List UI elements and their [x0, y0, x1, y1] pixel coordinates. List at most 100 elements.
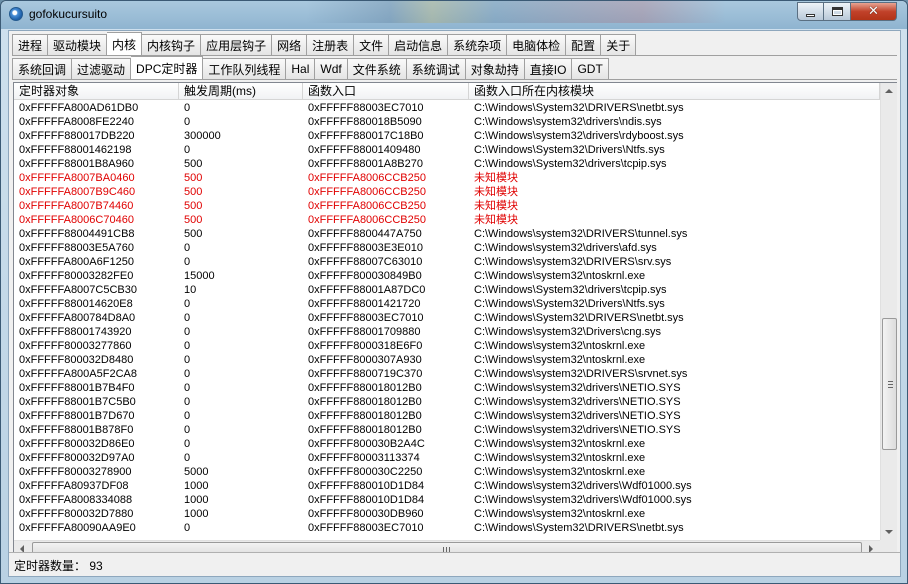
app-window: gofokucursuito ✕ 进程 驱动模块 内核 内核钩子 应用层钩子 网络 注册表文… [0, 0, 908, 584]
table-row[interactable]: 0xFFFFFA800A6F1250 0 0xFFFFF88007C63010 C:\… [14, 255, 880, 269]
tab-sub-1[interactable]: 过滤驱动 [72, 58, 132, 79]
table-row[interactable]: 0xFFFFFA800A5F2CA8 0 0xFFFFF8800719C370 C:\… [14, 367, 880, 381]
tab-main-12[interactable]: 关于 [601, 34, 637, 55]
minimize-button[interactable] [797, 2, 824, 21]
table-row[interactable]: 0xFFFFF880017DB220 300000 0xFFFFF880017C18… [14, 129, 880, 143]
table-row[interactable]: 0xFFFFFA8007C5CB30 10 0xFFFFF88001A87DC0 C:… [14, 283, 880, 297]
tab-main-11[interactable]: 配置 [566, 34, 602, 55]
tab-sub-4[interactable]: Hal [286, 58, 316, 79]
table-row[interactable]: 0xFFFFF88001B7D670 0 0xFFFFF880018012B0 C:\… [14, 409, 880, 423]
table-row[interactable]: 0xFFFFF88001B878F0 0 0xFFFFF880018012B0 C:\… [14, 423, 880, 437]
table-row[interactable]: 0xFFFFFA8008FE2240 0 0xFFFFF880018B5090 C:\… [14, 115, 880, 129]
tab-main-2[interactable]: 内核 [107, 32, 143, 55]
tab-sub-2[interactable]: DPC定时器 [131, 56, 204, 79]
column-header-module[interactable]: 函数入口所在内核模块 [469, 83, 880, 100]
table-row[interactable]: 0xFFFFF800032D97A0 0 0xFFFFF80003113374 C:\… [14, 451, 880, 465]
dpc-timer-list[interactable]: 定时器对象 触发周期(ms) 函数入口 函数入口所在内核模块 0xFFFFFA8… [13, 82, 897, 557]
table-row[interactable]: 0xFFFFF800032D7880 1000 0xFFFFF800030DB960… [14, 507, 880, 521]
table-row[interactable]: 0xFFFFFA8006C70460 500 0xFFFFFA8006CCB250 未… [14, 213, 880, 227]
title-bar[interactable]: gofokucursuito ✕ [1, 1, 907, 29]
tab-main-6[interactable]: 注册表 [307, 34, 355, 55]
tab-main-7[interactable]: 文件 [354, 34, 390, 55]
cell-period: 0 [184, 354, 191, 366]
close-button[interactable]: ✕ [851, 2, 897, 21]
cell-period: 0 [184, 298, 191, 310]
cell-timer-object: 0xFFFFF88001B878F0 [19, 424, 134, 436]
cell-period: 0 [184, 396, 191, 408]
tab-main-3[interactable]: 内核钩子 [142, 34, 202, 55]
table-row[interactable]: 0xFFFFF88001B7C5B0 0 0xFFFFF880018012B0 C:\… [14, 395, 880, 409]
tab-sub-6[interactable]: 文件系统 [347, 58, 407, 79]
cell-timer-object: 0xFFFFF88004491CB8 [19, 228, 135, 240]
table-row[interactable]: 0xFFFFF88001B7B4F0 0 0xFFFFF880018012B0 C:\… [14, 381, 880, 395]
column-header-entry[interactable]: 函数入口 [303, 83, 469, 100]
cell-timer-object: 0xFFFFF880017DB220 [19, 130, 135, 142]
minimize-icon [806, 13, 815, 17]
tab-main-4[interactable]: 应用层钩子 [201, 34, 273, 55]
cell-period: 500 [184, 158, 203, 170]
cell-timer-object: 0xFFFFFA800784D8A0 [19, 312, 136, 324]
table-row[interactable]: 0xFFFFFA8007B9C460 500 0xFFFFFA8006CCB250 未… [14, 185, 880, 199]
table-row[interactable]: 0xFFFFF80003278900 5000 0xFFFFF800030C2250… [14, 465, 880, 479]
tab-sub-0[interactable]: 系统回调 [12, 58, 73, 79]
maximize-button[interactable] [824, 2, 851, 21]
window-title: gofokucursuito [29, 7, 108, 21]
tab-sub-10[interactable]: GDT [572, 58, 609, 79]
scroll-up-arrow-icon[interactable] [885, 89, 893, 93]
cell-module: C:\Windows\system32\drivers\afd.sys [474, 242, 657, 254]
table-row[interactable]: 0xFFFFFA8007BA0460 500 0xFFFFFA8006CCB250 未… [14, 171, 880, 185]
table-row[interactable]: 0xFFFFF88003E5A760 0 0xFFFFF88003E3E010 C:\… [14, 241, 880, 255]
cell-module: 未知模块 [474, 172, 518, 184]
table-row[interactable]: 0xFFFFFA80090AA9E0 0 0xFFFFF88003EC7010 C:\… [14, 521, 880, 535]
table-row[interactable]: 0xFFFFF800032D8480 0 0xFFFFF8000307A930 C:\… [14, 353, 880, 367]
table-row[interactable]: 0xFFFFFA80937DF08 1000 0xFFFFF880010D1D84 C… [14, 479, 880, 493]
cell-entry: 0xFFFFF880018012B0 [308, 382, 422, 394]
cell-entry: 0xFFFFF88001A8B270 [308, 158, 423, 170]
column-header-timer-object[interactable]: 定时器对象 [14, 83, 179, 100]
tab-main-10[interactable]: 电脑体检 [507, 34, 567, 55]
tab-sub-3[interactable]: 工作队列线程 [203, 58, 287, 79]
table-row[interactable]: 0xFFFFF80003282FE0 15000 0xFFFFF800030849B… [14, 269, 880, 283]
cell-module: C:\Windows\system32\ntoskrnl.exe [474, 452, 646, 464]
table-row[interactable]: 0xFFFFFA800AD61DB0 0 0xFFFFF88003EC7010 C:\… [14, 101, 880, 115]
cell-entry: 0xFFFFF88001409480 [308, 144, 421, 156]
cell-period: 0 [184, 424, 191, 436]
cell-period: 0 [184, 410, 191, 422]
tab-sub-5[interactable]: Wdf [315, 58, 348, 79]
column-header-period[interactable]: 触发周期(ms) [179, 83, 303, 100]
tab-sub-7[interactable]: 系统调试 [406, 58, 466, 79]
table-row[interactable]: 0xFFFFF88004491CB8 500 0xFFFFF8800447A750 C… [14, 227, 880, 241]
scroll-down-arrow-icon[interactable] [885, 530, 893, 534]
table-row[interactable]: 0xFFFFF88001462198 0 0xFFFFF88001409480 C:\… [14, 143, 880, 157]
tab-sub-9[interactable]: 直接IO [524, 58, 573, 79]
table-row[interactable]: 0xFFFFF800032D86E0 0 0xFFFFF800030B2A4C C:\… [14, 437, 880, 451]
cell-module: C:\Windows\system32\DRIVERS\tunnel.sys [474, 228, 688, 240]
close-icon: ✕ [868, 4, 879, 19]
table-row[interactable]: 0xFFFFFA8008334088 1000 0xFFFFF880010D1D84… [14, 493, 880, 507]
cell-entry: 0xFFFFF800030DB960 [308, 508, 424, 520]
cell-module: C:\Windows\system32\ntoskrnl.exe [474, 466, 646, 478]
cell-entry: 0xFFFFF880018012B0 [308, 424, 422, 436]
tab-main-5[interactable]: 网络 [272, 34, 308, 55]
sub-tab-divider [12, 79, 897, 80]
cell-module: C:\Windows\system32\drivers\Wdf01000.sys [474, 494, 692, 506]
table-row[interactable]: 0xFFFFF88001B8A960 500 0xFFFFF88001A8B270 C… [14, 157, 880, 171]
cell-period: 500 [184, 172, 203, 184]
tab-main-0[interactable]: 进程 [12, 34, 49, 55]
cell-entry: 0xFFFFF88007C63010 [308, 256, 423, 268]
tab-main-8[interactable]: 启动信息 [389, 34, 449, 55]
table-row[interactable]: 0xFFFFF880014620E8 0 0xFFFFF88001421720 C:\… [14, 297, 880, 311]
table-row[interactable]: 0xFFFFF80003277860 0 0xFFFFF8000318E6F0 C:\… [14, 339, 880, 353]
table-row[interactable]: 0xFFFFFA800784D8A0 0 0xFFFFF88003EC7010 C:\… [14, 311, 880, 325]
vertical-scrollbar[interactable] [880, 83, 897, 540]
vertical-scroll-thumb[interactable] [882, 318, 897, 450]
cell-period: 0 [184, 340, 191, 352]
tab-sub-8[interactable]: 对象劫持 [465, 58, 525, 79]
tab-main-1[interactable]: 驱动模块 [48, 34, 108, 55]
tab-main-9[interactable]: 系统杂项 [448, 34, 508, 55]
cell-entry: 0xFFFFF80003113374 [308, 452, 420, 464]
table-row[interactable]: 0xFFFFF88001743920 0 0xFFFFF88001709880 C:\… [14, 325, 880, 339]
table-row[interactable]: 0xFFFFFA8007B74460 500 0xFFFFFA8006CCB250 未… [14, 199, 880, 213]
cell-module: C:\Windows\System32\DRIVERS\netbt.sys [474, 102, 684, 114]
cell-timer-object: 0xFFFFFA8007B74460 [19, 200, 134, 212]
